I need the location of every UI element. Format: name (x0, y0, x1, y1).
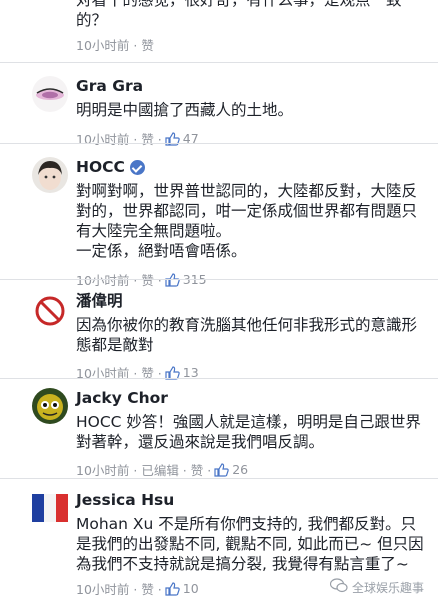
comment-meta: 10小时前 · 已编辑 · 赞 · 26 (76, 460, 426, 479)
commenter-name[interactable]: Gra Gra (76, 76, 426, 96)
verified-badge-icon (129, 159, 145, 175)
comment-text: 因為你被你的教育洗腦其他任何非我形式的意識形態都是敵對 (76, 316, 418, 354)
meta-text[interactable]: 10小时前 · 赞 · (76, 129, 162, 148)
avatar[interactable] (32, 388, 68, 424)
commenter-name-label: HOCC (76, 158, 125, 176)
comment-text: Mohan Xu 不是所有你們支持的, 我們都反對。只是我們的出發點不同, 觀點… (76, 515, 424, 573)
avatar[interactable] (32, 157, 68, 193)
commenter-name[interactable]: Jessica Hsu (76, 490, 426, 510)
comment-text: 对看干的感觉，很好奇，有什么事，是观点一致的？ (76, 0, 402, 29)
comment-body: Jacky Chor HOCC 妙答！強國人就是這樣，明明是自己跟世界對著幹，還… (76, 388, 426, 479)
meta-text[interactable]: 10小时前 · 赞 · (76, 363, 162, 382)
watermark: 全球娱乐趣事 (329, 578, 424, 596)
commenter-name[interactable]: HOCC (76, 157, 426, 177)
commenter-name[interactable]: Jacky Chor (76, 388, 426, 408)
avatar[interactable] (32, 76, 68, 112)
comment-meta: 10小时前 · 赞 · 47 (76, 129, 426, 148)
comment-text: 對啊對啊，世界普世認同的，大陸都反對，大陸反對的，世界都認同，咁一定係成個世界都… (76, 182, 418, 260)
comment-body: HOCC 對啊對啊，世界普世認同的，大陸都反對，大陸反對的，世界都認同，咁一定係… (76, 157, 426, 289)
divider (0, 279, 438, 280)
comment-feed: 对看干的感觉，很好奇，有什么事，是观点一致的？ 10小时前 · 赞 Gra Gr… (0, 0, 438, 606)
comment-text: 明明是中國搶了西藏人的土地。 (76, 101, 294, 119)
meta-text[interactable]: 10小时前 · 已编辑 · 赞 · (76, 460, 211, 479)
watermark-text: 全球娱乐趣事 (351, 580, 424, 595)
comment-meta[interactable]: 10小时前 · 赞 (76, 36, 426, 56)
divider (0, 478, 438, 479)
comment-body: 潘偉明 因為你被你的教育洗腦其他任何非我形式的意識形態都是敵對 10小时前 · … (76, 291, 426, 382)
divider (0, 378, 438, 379)
meta-text[interactable]: 10小时前 · 赞 · (76, 579, 162, 598)
comment-meta: 10小时前 · 赞 · 13 (76, 363, 426, 382)
comment-body: Gra Gra 明明是中國搶了西藏人的土地。 10小时前 · 赞 · 47 (76, 76, 426, 148)
wechat-icon (329, 578, 348, 596)
divider (0, 143, 438, 144)
avatar[interactable] (32, 293, 68, 329)
comment-text: HOCC 妙答！強國人就是這樣，明明是自己跟世界對著幹，還反過來說是我們唱反調。 (76, 413, 421, 451)
thumbs-up-icon (214, 462, 229, 477)
partial-comment: 对看干的感觉，很好奇，有什么事，是观点一致的？ 10小时前 · 赞 (76, 0, 426, 56)
thumbs-up-icon (165, 581, 180, 596)
commenter-name[interactable]: 潘偉明 (76, 291, 426, 311)
like-count: 10 (182, 581, 199, 596)
divider (0, 62, 438, 63)
like-count: 26 (232, 462, 249, 477)
avatar[interactable] (32, 490, 68, 526)
